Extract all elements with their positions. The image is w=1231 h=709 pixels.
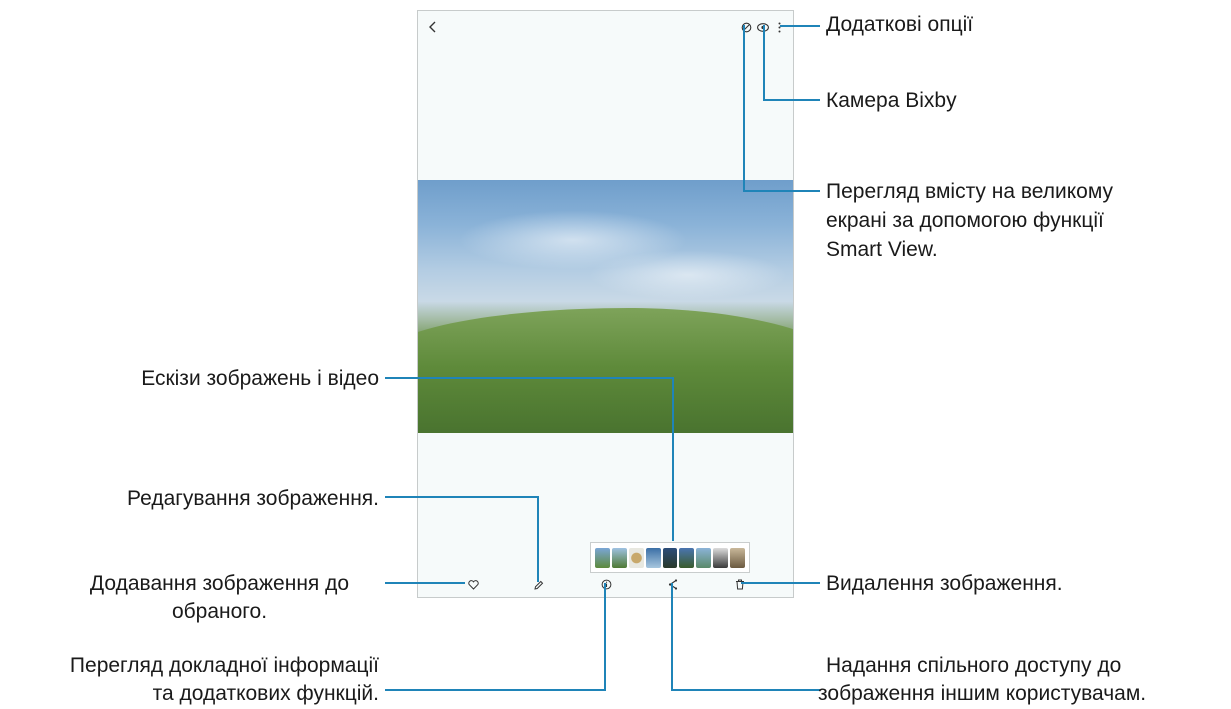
back-arrow-icon[interactable]	[426, 20, 440, 34]
share-label-line2: зображення іншим користувачам.	[818, 682, 1147, 705]
delete-label: Видалення зображення.	[826, 572, 1063, 595]
callout-line	[780, 25, 820, 27]
bixby-vision-label: Камера Bixby	[826, 89, 957, 112]
callout-line	[385, 689, 606, 691]
callout-line	[385, 496, 539, 498]
callout-line	[604, 583, 606, 691]
callout-line	[741, 582, 820, 584]
landscape-photo	[418, 180, 793, 433]
callout-line	[671, 583, 673, 691]
thumbnail[interactable]	[611, 547, 627, 568]
share-label-line1: Надання спільного доступу до	[826, 654, 1122, 677]
callout-line	[743, 25, 745, 192]
thumbnail[interactable]	[662, 547, 678, 568]
smart-view-label-line3: Smart View.	[826, 238, 938, 261]
favorite-label-line2: обраного.	[171, 600, 268, 623]
edit-label: Редагування зображення.	[127, 487, 379, 510]
thumbnail[interactable]	[645, 547, 661, 568]
thumbnail[interactable]	[595, 547, 610, 568]
thumbnails-label: Ескізи зображень і відео	[141, 367, 379, 390]
smart-view-icon[interactable]	[739, 20, 753, 34]
thumbnail[interactable]	[628, 547, 644, 568]
callout-line	[743, 190, 820, 192]
share-icon[interactable]	[666, 577, 680, 591]
favorite-label-line1: Додавання зображення до	[89, 572, 350, 595]
callout-line	[763, 25, 765, 101]
thumbnail-strip[interactable]	[590, 542, 750, 573]
phone-gallery-screen	[417, 10, 794, 598]
heart-icon[interactable]	[466, 578, 480, 592]
more-options-label: Додаткові опції	[826, 13, 974, 36]
callout-line	[671, 689, 820, 691]
callout-line	[385, 582, 465, 584]
details-label-line1: Перегляд докладної інформації	[69, 654, 379, 677]
trash-icon[interactable]	[733, 577, 747, 591]
callout-line	[385, 377, 674, 379]
more-options-icon[interactable]	[774, 20, 784, 34]
thumbnail[interactable]	[713, 547, 729, 568]
thumbnail[interactable]	[696, 547, 712, 568]
callout-line	[537, 496, 539, 582]
thumbnail[interactable]	[679, 547, 695, 568]
thumbnail[interactable]	[730, 547, 746, 568]
callout-line	[763, 99, 820, 101]
smart-view-label-line2: екрані за допомогою функції	[826, 209, 1104, 232]
smart-view-label-line1: Перегляд вмісту на великому	[826, 180, 1114, 203]
details-label-line2: та додаткових функцій.	[152, 682, 379, 705]
callout-line	[672, 377, 674, 541]
info-icon[interactable]	[599, 577, 613, 591]
